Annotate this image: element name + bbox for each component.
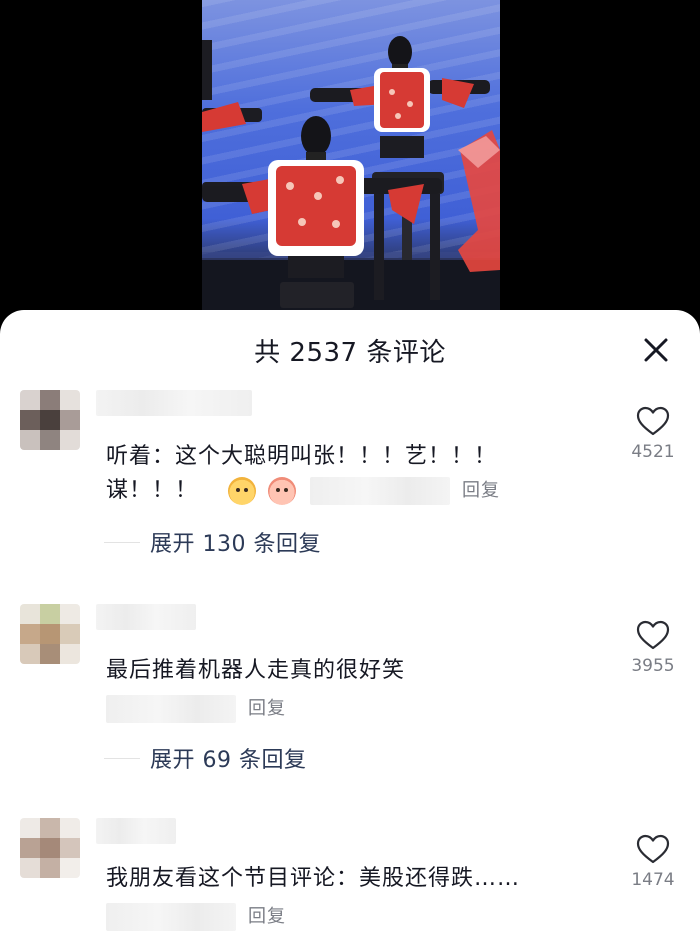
divider	[104, 757, 140, 759]
comment-text-line: 我朋友看这个节目评论：美股还得跌……	[106, 866, 521, 891]
comment-text-line: 听着：这个大聪明叫张！！！艺！！！	[106, 444, 498, 469]
heart-icon	[636, 406, 670, 436]
comment-item: 听着：这个大聪明叫张！！！艺！！！ 谋！！！ 回复 4521 展开 130 条回…	[0, 386, 700, 576]
video-frame[interactable]	[202, 0, 500, 312]
username[interactable]	[96, 390, 252, 416]
comment-meta	[106, 695, 236, 723]
robot-performance-image	[202, 36, 500, 312]
username[interactable]	[96, 604, 196, 630]
reply-button[interactable]: 回复	[248, 906, 286, 927]
close-icon	[644, 338, 668, 362]
expand-replies-button[interactable]: 展开 130 条回复	[104, 526, 321, 558]
expand-replies-button[interactable]: 展开 69 条回复	[104, 742, 306, 774]
emoji-dog-icon	[228, 477, 257, 505]
like-count: 4521	[631, 442, 675, 462]
close-button[interactable]	[640, 334, 672, 366]
comment-sheet: 共 2537 条评论 听着：这个大聪明叫张！！！艺！！！ 谋！！！ 回复 452…	[0, 310, 700, 946]
reply-button[interactable]: 回复	[462, 480, 500, 501]
like-button[interactable]: 1474	[628, 834, 678, 890]
comment-text: 听着：这个大聪明叫张！！！艺！！！ 谋！！！ 回复	[106, 440, 546, 508]
comment-text: 我朋友看这个节目评论：美股还得跌…… 回复	[106, 862, 576, 934]
avatar[interactable]	[20, 390, 80, 450]
expand-replies-label: 展开 69 条回复	[150, 748, 307, 773]
video-player[interactable]	[0, 0, 700, 330]
comment-item: 最后推着机器人走真的很好笑 回复 3955 展开 69 条回复	[0, 602, 700, 782]
heart-icon	[636, 620, 670, 650]
comment-item: 我朋友看这个节目评论：美股还得跌…… 回复 1474	[0, 816, 700, 946]
like-count: 1474	[631, 870, 675, 890]
divider	[104, 541, 140, 543]
emoji-crying-icon	[268, 477, 297, 505]
username[interactable]	[96, 818, 176, 844]
avatar[interactable]	[20, 818, 80, 878]
sheet-header: 共 2537 条评论	[0, 310, 700, 390]
comment-meta	[106, 903, 236, 931]
comment-count-title: 共 2537 条评论	[254, 338, 446, 368]
expand-replies-label: 展开 130 条回复	[150, 532, 321, 557]
like-button[interactable]: 3955	[628, 620, 678, 676]
avatar[interactable]	[20, 604, 80, 664]
comment-text: 最后推着机器人走真的很好笑 回复	[106, 654, 546, 726]
comment-text-line: 最后推着机器人走真的很好笑	[106, 658, 406, 683]
like-count: 3955	[631, 656, 675, 676]
comment-meta	[310, 477, 451, 505]
heart-icon	[636, 834, 670, 864]
like-button[interactable]: 4521	[628, 406, 678, 462]
reply-button[interactable]: 回复	[248, 698, 286, 719]
comment-text-tail: 谋！！！	[106, 478, 199, 503]
comment-meta-row: 回复	[106, 900, 576, 934]
comment-meta-row: 回复	[106, 692, 546, 726]
comment-text-line: 谋！！！ 回复	[106, 474, 546, 508]
